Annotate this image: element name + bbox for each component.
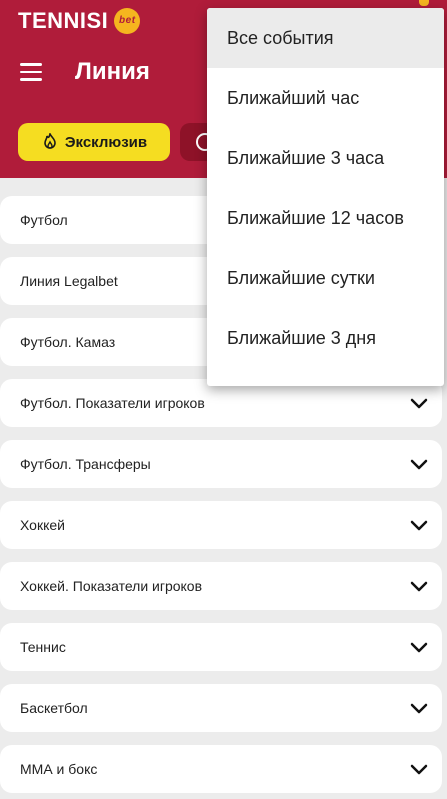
logo: TENNISI bet xyxy=(18,8,141,34)
chevron-down-icon[interactable] xyxy=(410,516,428,534)
list-item[interactable]: Теннис xyxy=(0,623,442,671)
list-item-label: Линия Legalbet xyxy=(20,273,118,289)
logo-badge: bet xyxy=(114,8,141,34)
dropdown-option-all-events[interactable]: Все события xyxy=(207,8,444,68)
dropdown-option-next-3-days[interactable]: Ближайшие 3 дня xyxy=(207,308,444,368)
list-item-label: Футбол xyxy=(20,212,68,228)
hamburger-menu-icon[interactable] xyxy=(20,63,44,81)
list-item-label: Футбол. Показатели игроков xyxy=(20,395,205,411)
chevron-down-icon[interactable] xyxy=(410,699,428,717)
dropdown-option-next-12-hours[interactable]: Ближайшие 12 часов xyxy=(207,188,444,248)
list-item[interactable]: ММА и бокс xyxy=(0,745,442,793)
page-title: Линия xyxy=(75,58,150,85)
list-item-label: Футбол. Камаз xyxy=(20,334,116,350)
dropdown-option-next-day[interactable]: Ближайшие сутки xyxy=(207,248,444,308)
exclusive-chip[interactable]: Эксклюзив xyxy=(18,123,170,161)
list-item-label: Хоккей xyxy=(20,517,65,533)
exclusive-label: Эксклюзив xyxy=(64,133,148,151)
list-item[interactable]: Футбол. Показатели игроков xyxy=(0,379,442,427)
chevron-down-icon[interactable] xyxy=(410,577,428,595)
time-filter-dropdown: Все события Ближайший час Ближайшие 3 ча… xyxy=(207,8,444,386)
list-item-label: ММА и бокс xyxy=(20,761,98,777)
list-item-label: Футбол. Трансферы xyxy=(20,456,151,472)
dropdown-option-next-hour[interactable]: Ближайший час xyxy=(207,68,444,128)
flame-icon xyxy=(44,133,56,149)
list-item-label: Хоккей. Показатели игроков xyxy=(20,578,203,594)
chevron-down-icon[interactable] xyxy=(410,638,428,656)
chevron-down-icon[interactable] xyxy=(410,760,428,778)
chevron-down-icon[interactable] xyxy=(410,394,428,412)
list-item-label: Теннис xyxy=(20,639,66,655)
list-item[interactable]: Хоккей. Показатели игроков xyxy=(0,562,442,610)
list-item[interactable]: Баскетбол xyxy=(0,684,442,732)
dropdown-option-next-3-hours[interactable]: Ближайшие 3 часа xyxy=(207,128,444,188)
notification-dot xyxy=(419,0,429,6)
chevron-down-icon[interactable] xyxy=(410,455,428,473)
list-item[interactable]: Хоккей xyxy=(0,501,442,549)
logo-text: TENNISI xyxy=(18,8,109,33)
list-item-label: Баскетбол xyxy=(20,700,88,716)
list-item[interactable]: Футбол. Трансферы xyxy=(0,440,442,488)
